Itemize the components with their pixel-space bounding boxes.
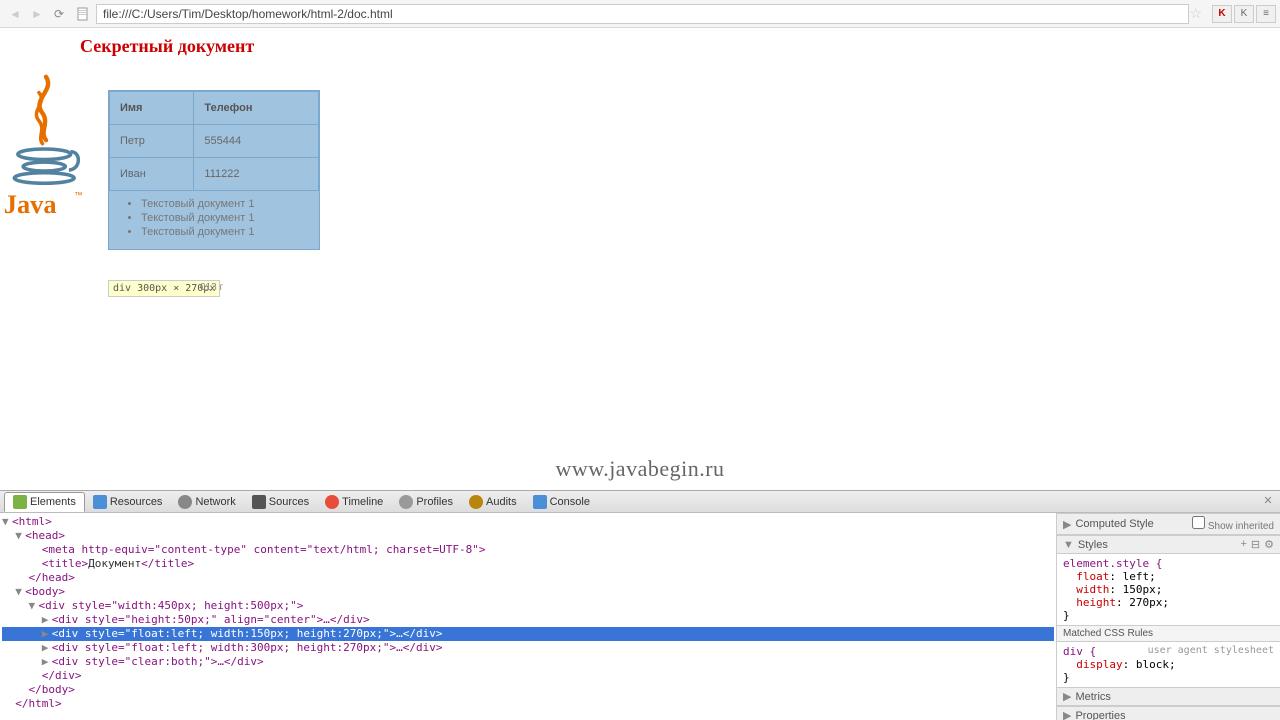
forward-button[interactable]: ► — [26, 4, 48, 24]
matched-rule-block[interactable]: div {user agent stylesheet display: bloc… — [1057, 642, 1280, 687]
table-row: Петр 555444 — [110, 125, 319, 158]
devtools-close-icon[interactable]: ✕ — [1260, 494, 1276, 510]
url-input[interactable] — [96, 4, 1189, 24]
extension-icon-2[interactable]: K — [1234, 5, 1254, 23]
tab-console[interactable]: Console — [525, 493, 598, 511]
metrics-header[interactable]: ▶Metrics — [1057, 687, 1280, 706]
element-style-block[interactable]: element.style { float: left; width: 150p… — [1057, 554, 1280, 625]
data-table: Имя Телефон Петр 555444 Иван 111222 — [109, 91, 319, 191]
file-icon — [74, 5, 92, 23]
elements-tree[interactable]: ▼<html> ▼<head> <meta http-equiv="conten… — [0, 513, 1056, 720]
styles-panel: ▶Computed Style Show inherited ▼Styles+⊟… — [1056, 513, 1280, 720]
list-item: Текстовый документ 1 — [141, 225, 319, 239]
show-inherited-checkbox[interactable] — [1192, 516, 1205, 529]
reload-button[interactable]: ⟳ — [48, 4, 70, 24]
table-row: Иван 111222 — [110, 158, 319, 191]
list-item: Текстовый документ 1 — [141, 197, 319, 211]
tab-resources[interactable]: Resources — [85, 493, 171, 511]
watermark: www.javabegin.ru — [555, 456, 724, 482]
computed-style-header[interactable]: ▶Computed Style Show inherited — [1057, 513, 1280, 535]
bookmark-star-icon[interactable]: ☆ — [1189, 5, 1202, 22]
col-name: Имя — [110, 92, 194, 125]
tab-elements[interactable]: Elements — [4, 492, 85, 512]
menu-icon[interactable]: ≡ — [1256, 5, 1276, 23]
table-header-row: Имя Телефон — [110, 92, 319, 125]
devtools-panel: Elements Resources Network Sources Timel… — [0, 490, 1280, 720]
gear-icon[interactable]: ⚙ — [1264, 538, 1274, 551]
page-title: Секретный документ — [0, 28, 1280, 61]
tab-audits[interactable]: Audits — [461, 493, 525, 511]
svg-text:Java: Java — [4, 189, 57, 219]
tab-timeline[interactable]: Timeline — [317, 493, 391, 511]
devtools-toolbar: Elements Resources Network Sources Timel… — [0, 491, 1280, 513]
extension-icon-1[interactable]: K — [1212, 5, 1232, 23]
tab-network[interactable]: Network — [170, 493, 243, 511]
selected-element[interactable]: ▶<div style="float:left; width:150px; he… — [2, 627, 1054, 641]
toggle-state-icon[interactable]: ⊟ — [1251, 538, 1260, 551]
document-list: Текстовый документ 1 Текстовый документ … — [109, 191, 319, 249]
matched-rules-header: Matched CSS Rules — [1057, 625, 1280, 642]
tab-sources[interactable]: Sources — [244, 493, 317, 511]
back-button[interactable]: ◄ — [4, 4, 26, 24]
browser-toolbar: ◄ ► ⟳ ☆ K K ≡ — [0, 0, 1280, 28]
tab-profiles[interactable]: Profiles — [391, 493, 461, 511]
date-text: 013 г — [200, 282, 223, 293]
content-panel: Имя Телефон Петр 555444 Иван 111222 Текс… — [108, 90, 320, 250]
list-item: Текстовый документ 1 — [141, 211, 319, 225]
col-phone: Телефон — [194, 92, 319, 125]
properties-header[interactable]: ▶Properties — [1057, 706, 1280, 720]
styles-header[interactable]: ▼Styles+⊟⚙ — [1057, 535, 1280, 554]
java-logo: Java ™ — [2, 68, 92, 229]
new-rule-icon[interactable]: + — [1240, 538, 1246, 551]
svg-text:™: ™ — [74, 190, 83, 200]
page-viewport: Секретный документ Java ™ Имя Телефон Пе… — [0, 28, 1280, 490]
